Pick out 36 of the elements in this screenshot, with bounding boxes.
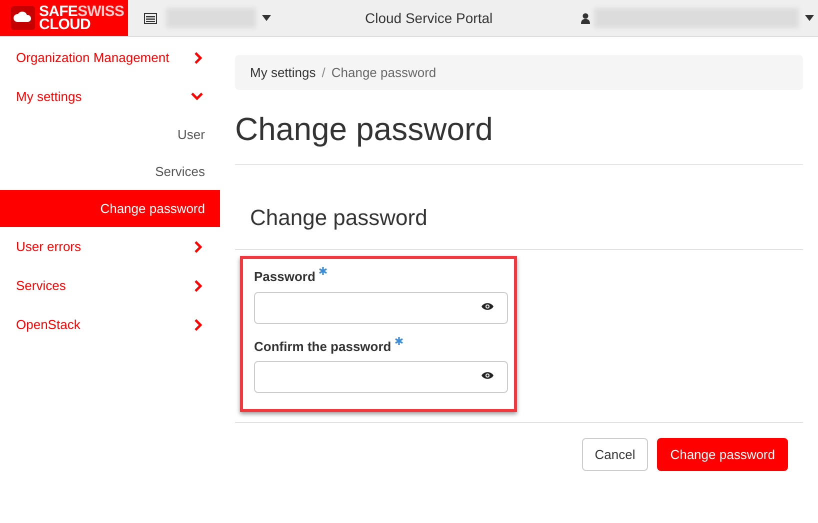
logo-text: SWISS [78, 5, 124, 18]
chevron-down-icon [191, 92, 203, 101]
sidebar-subitem[interactable]: User [0, 116, 220, 153]
sidebar-subitem[interactable]: Services [0, 153, 220, 190]
chevron-right-icon [194, 52, 203, 64]
eye-icon[interactable] [481, 302, 494, 310]
sidebar-item[interactable]: OpenStack [0, 305, 220, 344]
logo-text: SAFE [39, 5, 78, 18]
eye-icon[interactable] [481, 371, 494, 380]
breadcrumb-separator: / [322, 64, 326, 82]
portal-title: Cloud Service Portal [365, 8, 493, 28]
cancel-button[interactable]: Cancel [582, 438, 648, 471]
list-icon[interactable] [144, 12, 157, 24]
user-icon[interactable] [580, 12, 590, 24]
sidebar-item[interactable]: User errors [0, 227, 220, 266]
chevron-right-icon [194, 280, 203, 292]
chevron-right-icon [194, 318, 203, 330]
password-field[interactable] [254, 292, 508, 324]
field-label: Password [254, 268, 316, 286]
sidebar-item[interactable]: Services [0, 266, 220, 305]
sidebar-item[interactable]: Organization Management [0, 38, 220, 77]
logo[interactable]: SAFESWISS CLOUD [0, 0, 128, 36]
breadcrumb-current: Change password [331, 64, 436, 82]
caret-icon[interactable] [804, 15, 814, 21]
password-field[interactable] [254, 361, 508, 393]
cloud-logo-icon [11, 6, 35, 30]
logo-text: CLOUD [39, 18, 90, 31]
form-title: Change password [250, 204, 428, 232]
page-title: Change password [235, 110, 494, 148]
caret-icon[interactable] [262, 15, 271, 21]
breadcrumb-link[interactable]: My settings [250, 62, 316, 82]
sidebar-item[interactable]: My settings [0, 77, 220, 116]
change-password-button[interactable]: Change password [657, 438, 788, 471]
chevron-right-icon [194, 240, 203, 252]
field-label: Confirm the password [254, 338, 392, 356]
sidebar-subitem[interactable]: Change password [0, 190, 220, 227]
